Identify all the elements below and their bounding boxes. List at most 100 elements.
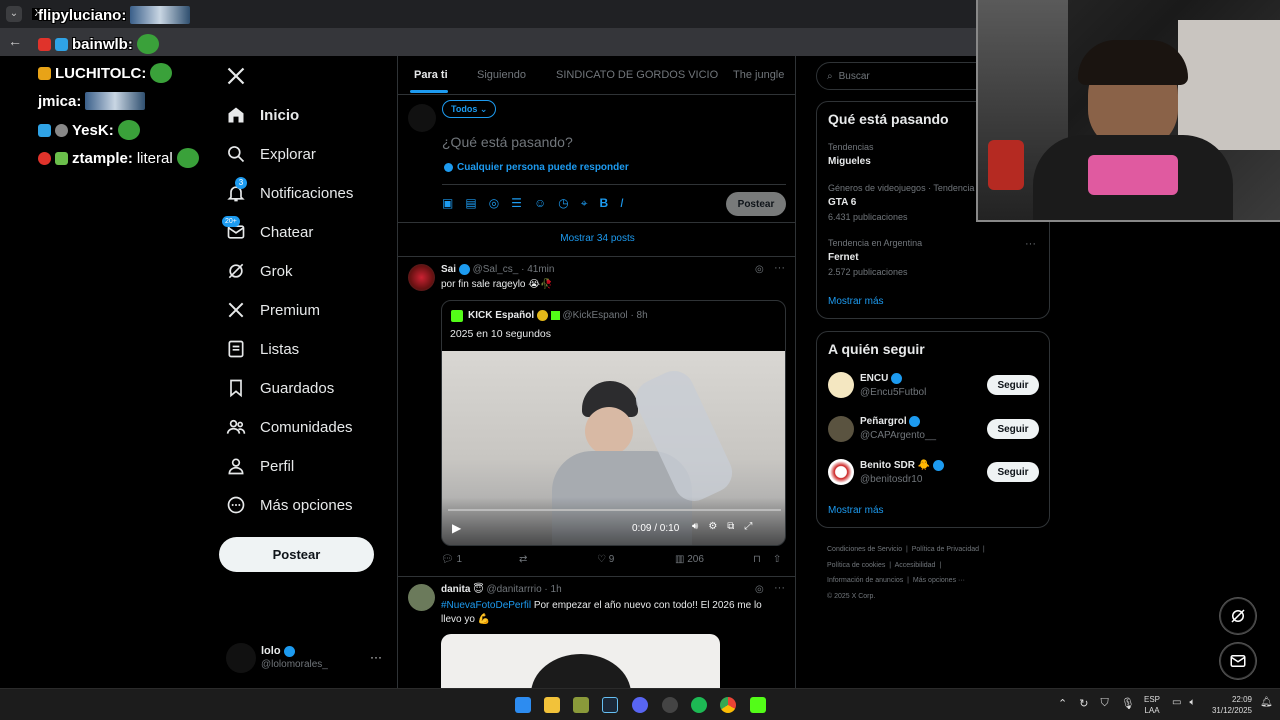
poll-icon[interactable]: ☰: [511, 196, 522, 211]
file-explorer-icon[interactable]: [544, 697, 560, 713]
follow-button[interactable]: Seguir: [987, 462, 1039, 482]
nav-item-grok[interactable]: Grok: [226, 261, 293, 281]
compose-input[interactable]: ¿Qué está pasando?: [442, 134, 573, 150]
views-action[interactable]: ▥ 206: [675, 554, 753, 565]
bookmark-icon[interactable]: ⊓: [753, 554, 761, 565]
reply-setting[interactable]: Cualquier persona puede responder: [444, 162, 629, 173]
footer-link[interactable]: Política de Privacidad: [912, 546, 979, 553]
repost-action[interactable]: ⇄: [519, 554, 597, 565]
notification-bell-icon[interactable]: 🔔︎: [1260, 697, 1273, 708]
trend-more-icon[interactable]: ···: [1025, 238, 1036, 250]
video-progress-bar[interactable]: [448, 509, 781, 511]
nav-item-premium[interactable]: Premium: [226, 300, 320, 320]
nav-item-comunidades[interactable]: Comunidades: [226, 417, 353, 437]
spotify-icon[interactable]: [691, 697, 707, 713]
tab-sindicato[interactable]: SINDICATO DE GORDOS VICIO: [556, 56, 718, 94]
avatar[interactable]: [828, 416, 854, 442]
kick-icon[interactable]: [750, 697, 766, 713]
account-name[interactable]: lolo: [261, 645, 295, 657]
settings-gear-icon[interactable]: ⚙: [708, 521, 717, 532]
chrome-icon[interactable]: [720, 697, 736, 713]
tab-siguiendo[interactable]: Siguiendo: [477, 56, 526, 94]
shield-icon[interactable]: ⛉: [1100, 697, 1108, 710]
gif-icon[interactable]: ▤: [465, 196, 476, 211]
volume-icon[interactable]: 🔈︎: [1189, 697, 1195, 708]
footer-link[interactable]: Información de anuncios: [827, 577, 903, 584]
tab-list-chevron-icon[interactable]: ⌄: [6, 6, 22, 22]
chevron-up-icon[interactable]: ⌃: [1058, 697, 1067, 710]
x-logo-icon[interactable]: [226, 66, 246, 86]
post-handle[interactable]: @Sal_cs_: [473, 264, 519, 275]
trend-item[interactable]: Tendencias Migueles: [828, 142, 874, 167]
nav-item-guardados[interactable]: Guardados: [226, 378, 334, 398]
mic-icon[interactable]: 🎙︎: [1121, 697, 1135, 710]
network-icon[interactable]: ▭: [1172, 697, 1181, 708]
composer-post-button[interactable]: Postear: [726, 192, 786, 216]
app-icon[interactable]: [573, 697, 589, 713]
post-image[interactable]: [441, 634, 720, 688]
nav-item-mas-opciones[interactable]: Más opciones: [226, 495, 353, 515]
avatar[interactable]: [828, 372, 854, 398]
footer-link[interactable]: Condiciones de Servicio: [827, 546, 902, 553]
nav-item-perfil[interactable]: Perfil: [226, 456, 294, 476]
emoji-icon[interactable]: ☺: [534, 196, 546, 211]
steam-icon[interactable]: [602, 697, 618, 713]
grok-explain-icon[interactable]: ◎: [755, 264, 764, 275]
post-time[interactable]: · 41min: [521, 264, 554, 275]
play-icon[interactable]: ▶: [452, 521, 461, 535]
follow-button[interactable]: Seguir: [987, 419, 1039, 439]
like-action[interactable]: ♡ 9: [597, 554, 675, 565]
post-button[interactable]: Postear: [219, 537, 374, 572]
messages-float-button[interactable]: [1220, 643, 1256, 679]
tab-para-ti[interactable]: Para ti: [414, 56, 448, 94]
avatar[interactable]: [226, 643, 256, 673]
footer-link[interactable]: Accesibilidad: [895, 562, 936, 569]
post-author[interactable]: danita: [441, 584, 470, 595]
popout-icon[interactable]: ⧉: [727, 521, 734, 532]
account-more-icon[interactable]: ···: [370, 650, 382, 664]
quoted-post[interactable]: KICK Español @KickEspanol · 8h 2025 en 1…: [441, 300, 786, 546]
schedule-icon[interactable]: ◷: [558, 196, 568, 211]
nav-item-listas[interactable]: Listas: [226, 339, 299, 359]
clock[interactable]: 22:09 31/12/2025: [1208, 694, 1252, 716]
post-time[interactable]: · 1h: [544, 584, 561, 595]
avatar[interactable]: [408, 584, 435, 611]
back-arrow-icon[interactable]: ←: [8, 33, 22, 49]
volume-icon[interactable]: 🔊︎: [692, 521, 698, 532]
footer-link[interactable]: Más opciones ···: [913, 577, 965, 584]
trends-show-more[interactable]: Mostrar más: [828, 296, 884, 307]
trend-item[interactable]: Tendencia en Argentina Fernet 2.572 publ…: [828, 238, 922, 277]
hashtag-link[interactable]: #NuevaFotoDePerfil: [441, 600, 531, 611]
nav-item-explorar[interactable]: Explorar: [226, 144, 316, 164]
grok-explain-icon[interactable]: ◎: [755, 584, 764, 595]
footer-link[interactable]: Política de cookies: [827, 562, 885, 569]
video-player[interactable]: ▶ 0:09 / 0:10 🔊︎ ⚙ ⧉ ⤢: [442, 351, 785, 545]
post-more-icon[interactable]: ···: [774, 262, 785, 274]
reply-action[interactable]: 💬︎ 1: [441, 554, 519, 565]
nav-item-chatear[interactable]: 20+ Chatear: [222, 216, 313, 242]
post-more-icon[interactable]: ···: [774, 582, 785, 594]
avatar[interactable]: [828, 459, 854, 485]
share-icon[interactable]: ⇧: [773, 554, 781, 565]
trend-item[interactable]: Géneros de videojuegos · Tendencia GTA 6…: [828, 183, 974, 222]
sync-icon[interactable]: ↻: [1079, 697, 1088, 710]
image-icon[interactable]: ▣: [442, 196, 453, 211]
follow-button[interactable]: Seguir: [987, 375, 1039, 395]
post-author[interactable]: Sai: [441, 264, 456, 275]
show-more-posts[interactable]: Mostrar 34 posts: [398, 222, 795, 256]
tab-the-jungle[interactable]: The jungle: [733, 56, 784, 94]
nav-item-inicio[interactable]: Inicio: [226, 105, 299, 125]
grok-float-button[interactable]: [1220, 598, 1256, 634]
obs-icon[interactable]: [662, 697, 678, 713]
follow-name[interactable]: ENCU: [860, 373, 903, 384]
follow-name[interactable]: Benito SDR 🐥: [860, 460, 945, 471]
avatar[interactable]: [408, 264, 435, 291]
discord-icon[interactable]: [632, 697, 648, 713]
post-handle[interactable]: @danitarrrio: [486, 584, 541, 595]
follow-show-more[interactable]: Mostrar más: [828, 505, 884, 516]
language-indicator[interactable]: ESP LAA: [1144, 694, 1160, 716]
grok-icon[interactable]: ◎: [489, 196, 499, 211]
bold-icon[interactable]: B: [599, 196, 608, 211]
italic-icon[interactable]: I: [620, 196, 623, 211]
windows-start-icon[interactable]: [515, 697, 531, 713]
